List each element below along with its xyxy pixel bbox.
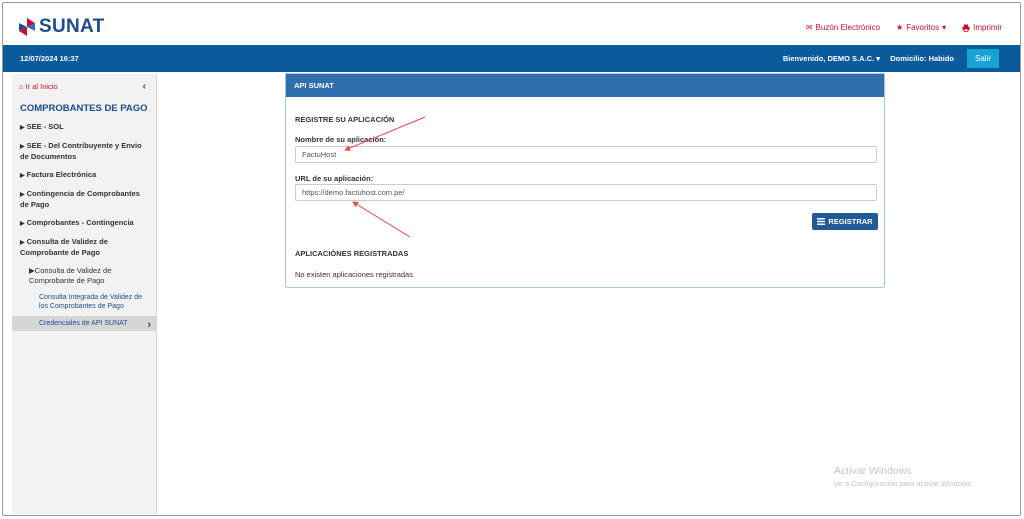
sidebar-item-label: Contingencia de Comprobantes de Pago xyxy=(20,189,140,209)
favoritos-dropdown[interactable]: ★ Favoritos ▾ xyxy=(896,23,946,32)
triangle-right-icon: ▶ xyxy=(20,173,25,179)
panel-title: API SUNAT xyxy=(286,74,884,97)
sidebar-home-link[interactable]: ⌂ Ir al Inicio ‹ xyxy=(12,74,156,98)
triangle-right-icon: ▶ xyxy=(20,125,25,131)
buzon-label: Buzón Electrónico xyxy=(815,23,881,32)
api-sunat-panel: API SUNAT REGISTRE SU APLICACIÓN Nombre … xyxy=(285,73,885,288)
chevron-right-icon: › xyxy=(147,319,151,331)
windows-activation-watermark: Activar Windows Ve a Configuración para … xyxy=(834,465,971,488)
printer-icon xyxy=(962,24,970,32)
sidebar-subitem-consulta-validez[interactable]: ▶Consulta de Validez de Comprobante de P… xyxy=(12,262,156,290)
watermark-subtitle: Ve a Configuración para activar Windows xyxy=(834,479,972,488)
collapse-sidebar-icon[interactable]: ‹ xyxy=(143,81,146,92)
home-icon: ⌂ xyxy=(19,81,24,91)
sidebar-item-see-contribuyente[interactable]: ▶ SEE - Del Contribuyente y Envio de Docu… xyxy=(12,137,156,166)
top-links: ✉ Buzón Electrónico ★ Favoritos ▾ Imprim… xyxy=(806,23,1002,32)
imprimir-label: Imprimir xyxy=(973,23,1002,32)
welcome-text: Bienvenido, DEMO S.A.C. xyxy=(782,54,875,63)
sidebar-leaf-credenciales-api[interactable]: Credenciales de API SUNAT › xyxy=(12,316,156,331)
sidebar: ⌂ Ir al Inicio ‹ COMPROBANTES DE PAGO ▶ S… xyxy=(12,74,157,514)
browser-frame: SUNAT ✉ Buzón Electrónico ★ Favoritos ▾ … xyxy=(2,2,1021,516)
session-datetime: 12/07/2024 16:37 xyxy=(20,54,79,63)
sidebar-item-label: Factura Electrónica xyxy=(26,170,97,179)
registered-heading: APLICACIÓNES REGISTRADAS xyxy=(295,249,409,258)
sunat-logo[interactable]: SUNAT xyxy=(17,16,105,38)
caret-down-icon: ▾ xyxy=(876,54,880,63)
sidebar-title: COMPROBANTES DE PAGO xyxy=(20,103,148,114)
user-menu[interactable]: Bienvenido, DEMO S.A.C. ▾ xyxy=(783,54,880,63)
app-name-input[interactable] xyxy=(295,146,877,163)
empty-apps-message: No existen aplicaciones registradas xyxy=(295,270,413,279)
sidebar-leaf-consulta-integrada[interactable]: Consulta Integrada de Validez de los Com… xyxy=(12,290,156,314)
register-heading: REGISTRE SU APLICACIÓN xyxy=(295,115,395,124)
triangle-right-icon: ▶ xyxy=(20,144,25,150)
sidebar-item-comprobantes-contingencia[interactable]: ▶ Comprobantes - Contingencia xyxy=(12,214,156,233)
logout-button[interactable]: Salir xyxy=(967,49,999,68)
session-bar: 12/07/2024 16:37 Bienvenido, DEMO S.A.C.… xyxy=(3,45,1020,72)
sidebar-subitem-label: Consulta de Validez de Comprobante de Pa… xyxy=(29,266,112,285)
sidebar-item-label: Comprobantes - Contingencia xyxy=(26,218,134,227)
imprimir-link[interactable]: Imprimir xyxy=(962,23,1002,32)
url-field-label: URL de su aplicación: xyxy=(295,174,374,183)
sidebar-leaf-label: Credenciales de API SUNAT xyxy=(39,320,128,327)
envelope-icon: ✉ xyxy=(805,23,813,32)
triangle-right-icon: ▶ xyxy=(20,192,25,198)
sidebar-item-see-sol[interactable]: ▶ SEE - SOL xyxy=(12,118,156,137)
sidebar-item-label: SEE - SOL xyxy=(26,122,64,131)
register-button[interactable]: REGISTRAR xyxy=(812,213,878,230)
buzon-electronico-link[interactable]: ✉ Buzón Electrónico xyxy=(806,23,880,32)
home-label: Ir al Inicio xyxy=(25,81,58,91)
sidebar-item-consulta-validez[interactable]: ▶ Consulta de Validez de Comprobante de P… xyxy=(12,233,156,262)
watermark-title: Activar Windows xyxy=(834,465,912,477)
app-url-input[interactable] xyxy=(295,184,877,201)
sidebar-item-label: SEE - Del Contribuyente y Envio de Docum… xyxy=(20,141,142,161)
list-icon xyxy=(817,218,826,225)
star-icon: ★ xyxy=(896,23,904,32)
register-button-label: REGISTRAR xyxy=(828,217,873,226)
logo-text: SUNAT xyxy=(39,16,105,37)
sunat-logo-icon xyxy=(19,18,35,36)
sidebar-item-factura-electronica[interactable]: ▶ Factura Electrónica xyxy=(12,166,156,185)
favoritos-label: Favoritos xyxy=(906,23,940,32)
sidebar-item-contingencia-comprobantes[interactable]: ▶ Contingencia de Comprobantes de Pago xyxy=(12,185,156,214)
top-header: SUNAT ✉ Buzón Electrónico ★ Favoritos ▾ … xyxy=(3,3,1020,45)
triangle-right-icon: ▶ xyxy=(20,221,25,227)
sidebar-item-label: Consulta de Validez de Comprobante de Pa… xyxy=(20,237,108,257)
domicilio-status: Domicilio: Habido xyxy=(890,54,954,63)
name-field-label: Nombre de su aplicación: xyxy=(295,135,387,144)
caret-down-icon: ▾ xyxy=(942,23,947,32)
triangle-right-icon: ▶ xyxy=(20,240,25,246)
